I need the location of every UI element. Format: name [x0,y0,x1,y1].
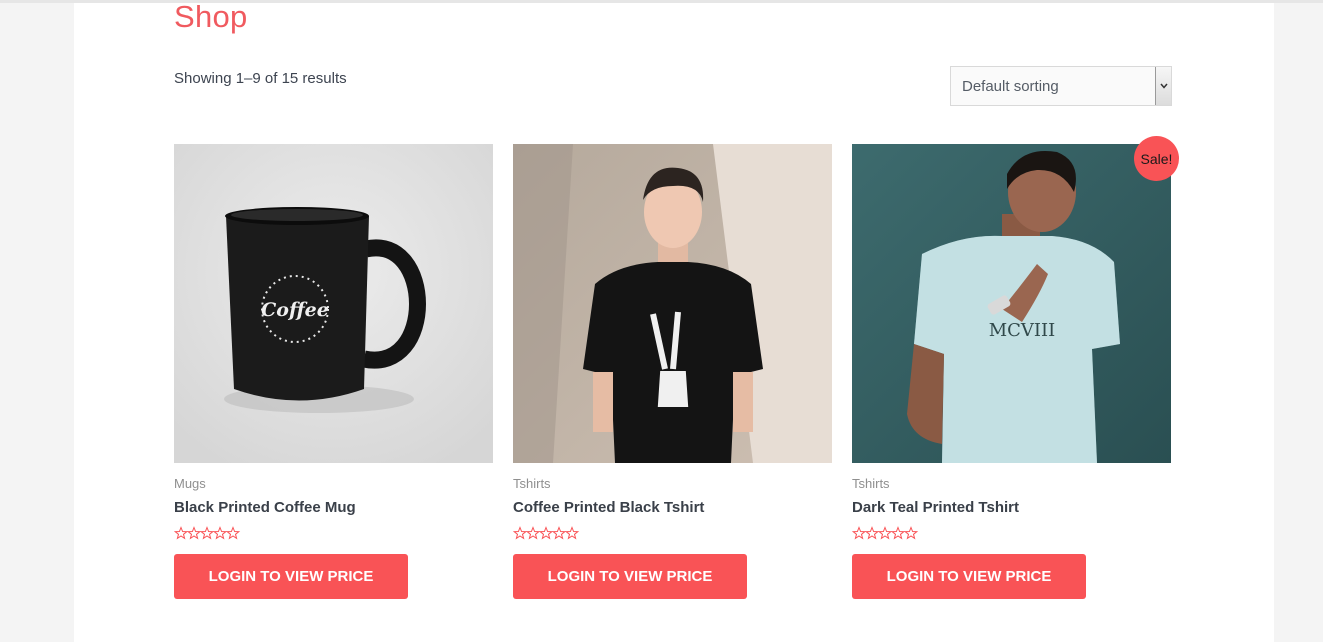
login-to-view-price-button[interactable]: LOGIN TO VIEW PRICE [174,554,408,599]
mug-print-text: Coffee [261,299,329,321]
sorting-selected-value: Default sorting [962,78,1059,95]
login-to-view-price-button[interactable]: LOGIN TO VIEW PRICE [852,554,1086,599]
product-category[interactable]: Mugs [174,476,206,491]
product-image-teal-tshirt[interactable]: MCVIII [852,144,1171,463]
star-rating [173,526,244,542]
page-title: Shop [174,0,248,34]
shop-content: Shop Showing 1–9 of 15 results Default s… [74,0,1274,642]
sorting-select[interactable]: Default sorting [950,66,1172,106]
sale-badge: Sale! [1134,136,1179,181]
product-image-mug[interactable]: Coffee [174,144,493,463]
product-category[interactable]: Tshirts [852,476,890,491]
chevron-down-icon[interactable] [1155,67,1171,105]
product-title[interactable]: Coffee Printed Black Tshirt [513,499,704,516]
product-category[interactable]: Tshirts [513,476,551,491]
product-image-black-tshirt[interactable] [513,144,832,463]
login-to-view-price-button[interactable]: LOGIN TO VIEW PRICE [513,554,747,599]
product-title[interactable]: Dark Teal Printed Tshirt [852,499,1019,516]
svg-text:MCVIII: MCVIII [989,320,1056,341]
result-count: Showing 1–9 of 15 results [174,70,347,87]
product-title[interactable]: Black Printed Coffee Mug [174,499,356,516]
star-rating [851,526,922,542]
star-rating [512,526,583,542]
